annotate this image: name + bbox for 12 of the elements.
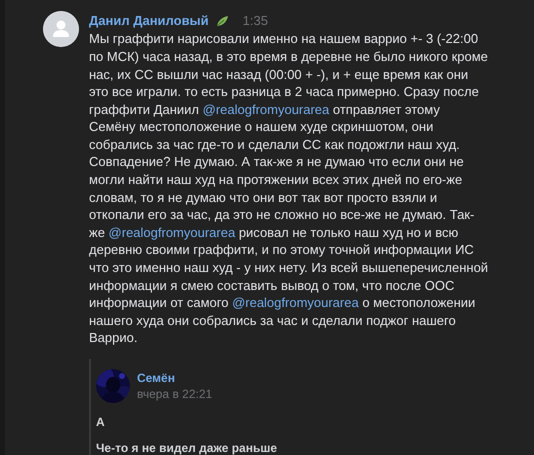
mention-link[interactable]: @realogfromyourarea (202, 102, 330, 117)
user-icon (53, 20, 69, 37)
mention-link[interactable]: @realogfromyourarea (108, 224, 236, 240)
post-text: Мы граффити нарисовали именно на нашем варрио +- 3 (-22:00 по МСК) часа назад, в это время в деревне не было никого кроме нас, их СС вышли час назад (00:00 + -), и + еще время как они это все играли. то есть разница в 2 часа примерно. Сразу после граффити Даниил @realogfromyourarea отправляет этому Семёну местоположение о нашем худе скриншотом, они собрались за час где-то и сделали СС как подожгли наш худ. Совпадение? Не думаю. А так-же я не думаю что если они не могли найти наш худ на протяжении всех этих дней по его-же словам, то я не думаю что они вот так вот просто взяли и откопали его за час, да это не сложно но все-же не думаю. Так-же @realogfromyourarea рисовал не только наш худ но и всю деревню своими граффити, и по этому точной информации ИС что это именно наш худ - у них нету. Из всей вышеперечисленной информации я смею составить вывод о том, что после ООС информации от самого @realogfromyourarea о местоположении нашего худа они собрались за час и сделали поджог нашего Варрио. (89, 30, 489, 347)
quote-text: Че-то я не видел даже раньше (96, 441, 278, 455)
avatar[interactable] (43, 11, 79, 47)
quote-time: вчера в 22:21 (137, 387, 212, 401)
author-name[interactable]: Данил Даниловый (89, 13, 209, 28)
leaf-icon (214, 14, 229, 27)
mention-link[interactable]: @realogfromyourarea (232, 295, 359, 310)
quote-author[interactable]: Семён (137, 371, 212, 385)
quote-text: А (96, 415, 106, 429)
